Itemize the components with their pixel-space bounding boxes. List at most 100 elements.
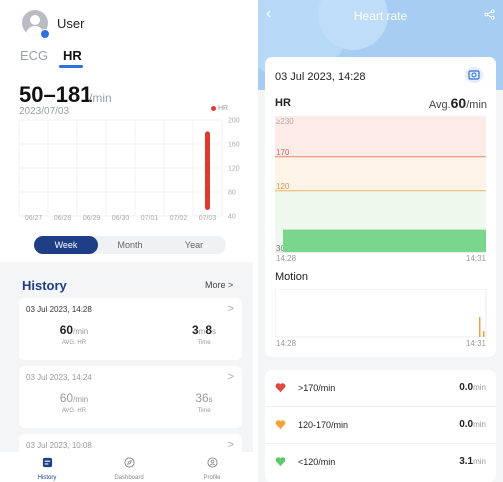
x-tick-label: 14:28 xyxy=(276,339,297,348)
period-year[interactable]: Year xyxy=(162,236,226,254)
avg-hr-label: AVG. HR xyxy=(61,408,87,414)
history-title: History xyxy=(22,278,67,293)
history-item[interactable]: 03 Jul 2023, 14:28 > 60/min AVG. HR 3m8s… xyxy=(19,298,242,360)
active-tab-underline xyxy=(59,65,83,68)
history-item-time: 03 Jul 2023, 10:08 xyxy=(26,441,92,450)
avg-hr-unit: /min xyxy=(73,395,89,404)
x-tick-label: 07/01 xyxy=(141,215,159,222)
tab-ecg[interactable]: ECG xyxy=(20,48,48,63)
chevron-right-icon: > xyxy=(227,439,234,451)
record-date: 03 Jul 2023, 14:28 xyxy=(275,71,366,83)
heart-rate-detail-screen: ‹ Heart rate 03 Jul 2023, 14:28 HR Avg.6… xyxy=(258,0,503,482)
hr-zone-chart[interactable]: ≥2301701203014:28 14:31 xyxy=(275,114,496,264)
zone-value: 0.0min xyxy=(459,419,486,430)
compass-icon xyxy=(123,457,135,468)
zone-unit: min xyxy=(473,420,486,429)
hr-range: 50–181 xyxy=(19,82,93,107)
avg-value: 60 xyxy=(450,95,467,111)
duration-label: Time xyxy=(197,408,211,414)
zone-label: 120 xyxy=(276,182,290,191)
history-item-time: 03 Jul 2023, 14:24 xyxy=(26,373,92,382)
user-name[interactable]: User xyxy=(57,16,84,31)
more-label: More xyxy=(205,280,226,290)
tab-hr[interactable]: HR xyxy=(63,48,82,63)
motion-title: Motion xyxy=(275,271,309,283)
history-item[interactable]: 03 Jul 2023, 14:24 > 60/min AVG. HR 36s … xyxy=(19,366,242,428)
hr-section-title: HR xyxy=(275,97,291,109)
x-tick-label: 06/30 xyxy=(112,215,130,222)
avg-hr-number: 60 xyxy=(59,391,74,405)
heart-icon xyxy=(275,420,286,430)
duration-value: 3m8s xyxy=(179,323,229,337)
avg-hr: Avg.60/min xyxy=(415,95,487,111)
hr-range-unit: /min xyxy=(89,91,112,105)
x-tick-label: 14:31 xyxy=(466,339,487,348)
period-month[interactable]: Month xyxy=(98,236,162,254)
nav-history-label: History xyxy=(37,475,57,481)
duration-value: 36s xyxy=(179,391,229,405)
avatar-head-shape xyxy=(30,15,40,25)
motion-spike xyxy=(483,331,485,337)
y-tick-label: 160 xyxy=(228,142,240,149)
hr-summary-screen: User ECG HR 50–181 /min 2023/07/03 HR 20… xyxy=(0,0,253,482)
more-link[interactable]: More > xyxy=(205,280,233,290)
motion-spike xyxy=(479,317,481,337)
zone-mid-band xyxy=(275,156,486,191)
zone-minutes: 0.0 xyxy=(459,419,474,430)
x-tick-label: 07/02 xyxy=(170,215,188,222)
heart-icon xyxy=(275,457,286,467)
history-item-time: 03 Jul 2023, 14:28 xyxy=(26,305,92,314)
y-tick-label: 120 xyxy=(228,166,240,173)
nav-dashboard-label: Dashboard xyxy=(114,475,144,481)
legend-label: HR xyxy=(218,105,229,112)
avg-hr-label: AVG. HR xyxy=(61,340,87,346)
screenshot: User ECG HR 50–181 /min 2023/07/03 HR 20… xyxy=(0,0,503,482)
x-tick-label: 06/27 xyxy=(25,215,43,222)
zone-high-band xyxy=(275,116,486,157)
chart-legend: HR xyxy=(211,105,228,112)
legend-dot xyxy=(211,105,216,111)
zone-label: ≥230 xyxy=(276,117,294,126)
hr-bar xyxy=(283,229,486,252)
weekly-hr-chart[interactable]: 200 160 120 80 40 06/27 06/28 06/29 06/30 07/01 07… xyxy=(0,112,253,232)
nav-profile[interactable]: Profile xyxy=(182,455,242,481)
zone-label: <120/min xyxy=(298,457,336,467)
zone-value: 3.1min xyxy=(459,456,486,467)
nav-profile-label: Profile xyxy=(203,475,221,481)
x-tick-label: 07/03 xyxy=(199,215,217,222)
zone-value: 0.0min xyxy=(459,382,486,393)
page-title: Heart rate xyxy=(353,9,408,23)
hr-detail-card: 03 Jul 2023, 14:28 HR Avg.60/min ≥230 170… xyxy=(265,57,496,357)
heart-icon xyxy=(275,383,286,393)
duration-label: Time xyxy=(197,340,211,346)
nav-dashboard[interactable]: Dashboard xyxy=(99,455,159,481)
history-icon xyxy=(42,457,52,468)
hr-zones-list: >170/min 0.0min 120-170/min 0.0min <120/… xyxy=(265,370,496,482)
duration-seconds-unit: s xyxy=(212,327,217,336)
y-tick-label: 40 xyxy=(228,214,236,221)
chevron-right-icon: > xyxy=(227,303,234,315)
nav-history[interactable]: History xyxy=(17,455,77,481)
motion-chart[interactable]: 14:28 14:31 xyxy=(275,289,496,349)
y-tick-label: 80 xyxy=(228,190,236,197)
avg-hr-unit: /min xyxy=(73,327,89,336)
avg-unit: /min xyxy=(466,99,487,111)
hr-range-bar xyxy=(205,131,210,210)
report-icon[interactable] xyxy=(465,67,483,83)
bottom-nav: History Dashboard Profile xyxy=(0,452,253,482)
more-chevron-icon: > xyxy=(228,280,234,290)
avg-label: Avg. xyxy=(428,99,451,111)
share-icon[interactable] xyxy=(484,9,495,20)
y-tick-label: 200 xyxy=(228,118,240,125)
avg-hr-value: 60/min xyxy=(49,323,99,337)
zone-label: 170 xyxy=(276,148,290,157)
zone-minutes: 3.1 xyxy=(459,456,474,467)
zone-row: <120/min 3.1min xyxy=(265,444,496,481)
chevron-right-icon: > xyxy=(227,371,234,383)
avg-hr-value: 60/min xyxy=(49,391,99,405)
period-week[interactable]: Week xyxy=(34,236,98,254)
duration-minutes: 3 xyxy=(191,323,199,337)
avg-hr-number: 60 xyxy=(59,323,74,337)
period-selector: Week Month Year xyxy=(34,236,226,254)
avatar-badge-icon xyxy=(40,29,50,39)
